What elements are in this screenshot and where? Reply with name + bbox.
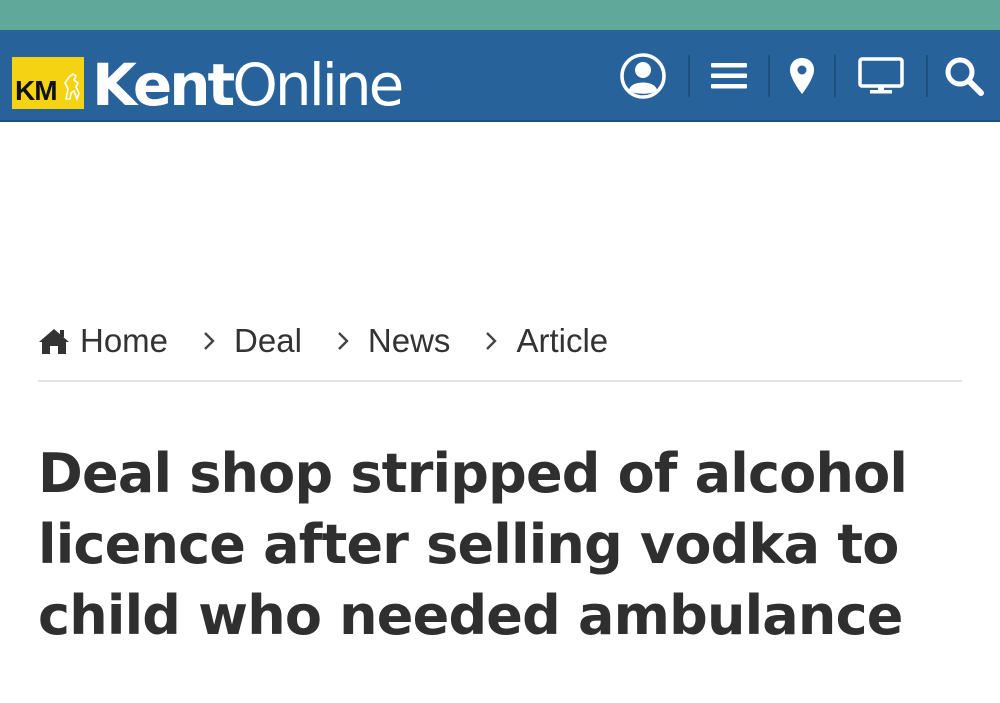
kentonline-logo[interactable]: KM KentOnline (12, 49, 404, 115)
tv-button[interactable] (836, 30, 926, 122)
location-pin-icon (790, 58, 814, 94)
menu-button[interactable] (690, 30, 768, 122)
breadcrumb-deal[interactable]: Deal (234, 322, 302, 360)
location-button[interactable] (770, 30, 834, 122)
brand-bold-text: Kent (92, 51, 235, 119)
breadcrumb-deal-label: Deal (234, 322, 302, 359)
breadcrumb-home-label: Home (80, 322, 169, 359)
user-icon (620, 53, 666, 99)
top-accent-strip (0, 0, 1000, 30)
km-badge-text: KM (15, 75, 58, 106)
brand-wordmark: KentOnline (92, 55, 404, 115)
menu-icon (711, 63, 747, 89)
breadcrumb-article-label: Article (516, 322, 609, 359)
tv-icon (858, 57, 904, 94)
account-button[interactable] (598, 30, 688, 122)
site-header: KM KentOnline (0, 30, 1000, 122)
horse-emblem-icon (64, 73, 80, 101)
chevron-right-icon (202, 330, 216, 352)
search-icon (945, 57, 984, 96)
article-headline: Deal shop stripped of alcohol licence af… (38, 442, 908, 647)
breadcrumb-news-label: News (367, 322, 451, 359)
breadcrumb-article[interactable]: Article (516, 322, 608, 360)
km-logo-badge: KM (12, 57, 84, 109)
chevron-right-icon (336, 330, 350, 352)
header-icon-bar (598, 30, 1000, 122)
brand-light-text: Online (232, 51, 404, 119)
search-button[interactable] (928, 30, 1000, 122)
home-icon (38, 327, 70, 355)
breadcrumb-news[interactable]: News (368, 322, 451, 360)
chevron-right-icon (484, 330, 498, 352)
breadcrumb-home[interactable]: Home (38, 322, 168, 360)
breadcrumb: Home Deal News Article (38, 320, 962, 382)
